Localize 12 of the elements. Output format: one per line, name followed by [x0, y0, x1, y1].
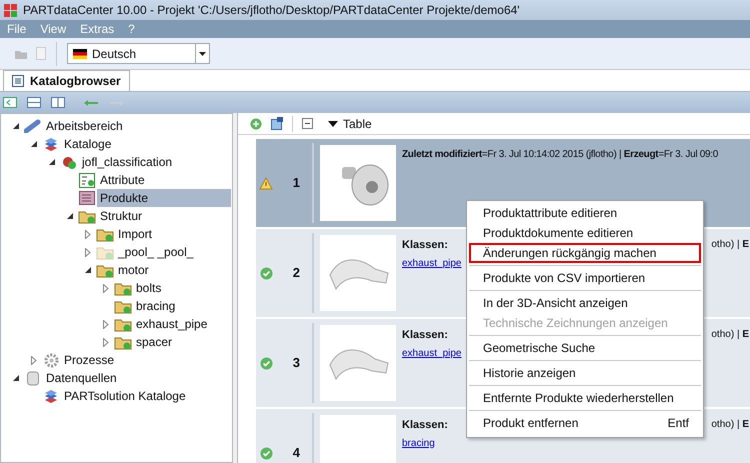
product-info: otho) | E [711, 238, 750, 252]
row-number: 3 [292, 354, 301, 372]
classes-label: Klassen: [402, 238, 449, 253]
classes-label: Klassen: [402, 418, 448, 433]
product-info: otho) | E [711, 328, 750, 342]
row-number: 2 [292, 264, 301, 282]
window-title: PARTdataCenter 10.00 - Projekt 'C:/Users/jflotho/Desktop/PARTdataCenter Projekte/demo64' [23, 2, 520, 19]
product-info: Zuletzt modifiziert=Fr 3. Jul 10:14:02 2015 (jflotho) | Erzeugt=Fr 3. Jul 09:0 [402, 148, 718, 162]
product-info: otho) | E [711, 418, 750, 432]
row-number: 4 [292, 444, 301, 462]
classes-label: Klassen: [402, 328, 449, 343]
row-number: 1 [292, 174, 301, 192]
